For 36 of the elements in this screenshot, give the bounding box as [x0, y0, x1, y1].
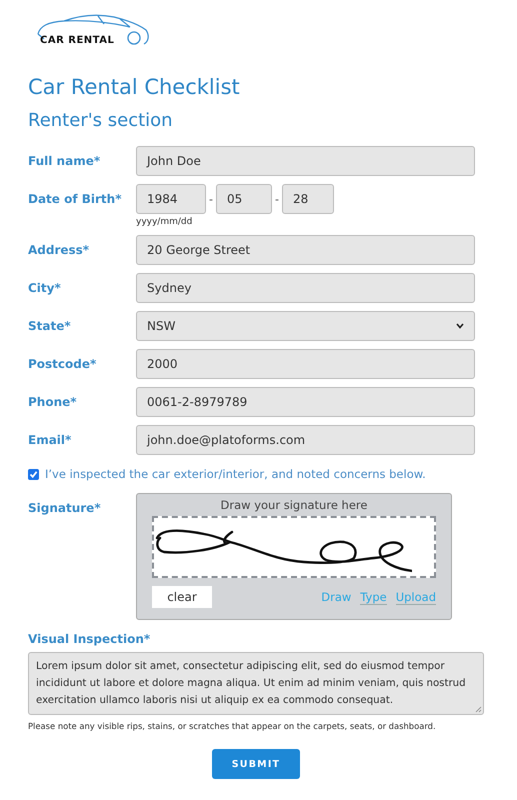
input-field[interactable]: john.doe@platoforms.com: [136, 425, 475, 455]
field-label: State*: [28, 318, 72, 333]
help-text: Please note any visible rips, stains, or scratches that appear on the carpets, seats, or dashboard.: [28, 721, 437, 731]
chevron-down-icon: [456, 323, 464, 329]
field-label: Email*: [28, 432, 72, 447]
input-field[interactable]: John Doe: [136, 146, 475, 176]
field-label: Full name*: [28, 153, 102, 168]
input-field[interactable]: Sydney: [136, 273, 475, 303]
clear-button[interactable]: clear: [152, 586, 212, 608]
date-separator: -: [208, 192, 214, 206]
checkbox[interactable]: [28, 468, 39, 480]
field-label: Signature*: [28, 500, 102, 515]
checkbox-label: I’ve inspected the car exterior/interior, and noted concerns below.: [45, 467, 426, 481]
input-field[interactable]: 0061-2-8979789: [136, 387, 475, 417]
submit-button[interactable]: SUBMIT: [212, 749, 300, 779]
input-field[interactable]: 2000: [136, 349, 475, 379]
state-dropdown[interactable]: NSW: [136, 311, 475, 341]
resize-handle-icon: [475, 706, 482, 713]
logo-text: CAR RENTAL: [40, 35, 114, 46]
section-title: Renter's section: [28, 109, 174, 133]
input-field[interactable]: 20 George Street: [136, 235, 475, 265]
field-label: Postcode*: [28, 356, 98, 371]
signature-prompt: Draw your signature here: [220, 498, 368, 512]
date-format-hint: yyyy/mm/dd: [136, 217, 194, 227]
field-label: Phone*: [28, 394, 78, 409]
date-part-field[interactable]: 05: [216, 184, 272, 214]
field-label: Date of Birth*: [28, 191, 122, 206]
date-separator: -: [274, 192, 280, 206]
field-label: City*: [28, 280, 62, 295]
date-part-field[interactable]: 28: [282, 184, 334, 214]
field-label: Address*: [28, 242, 90, 257]
field-label: Visual Inspection*: [28, 632, 152, 646]
page-title: Car Rental Checklist: [28, 74, 241, 101]
date-part-field[interactable]: 1984: [136, 184, 206, 214]
inspection-textarea[interactable]: Lorem ipsum dolor sit amet, consectetur adipiscing elit, sed do eiusmod tempor incididunt ut labore et dolore magna aliqua. Ut enim ad minim veniam, quis nostrud exercitation ullamco laboris nisi ut aliquip ex ea commodo consequat.: [28, 652, 484, 715]
signature-pad[interactable]: [152, 516, 436, 578]
